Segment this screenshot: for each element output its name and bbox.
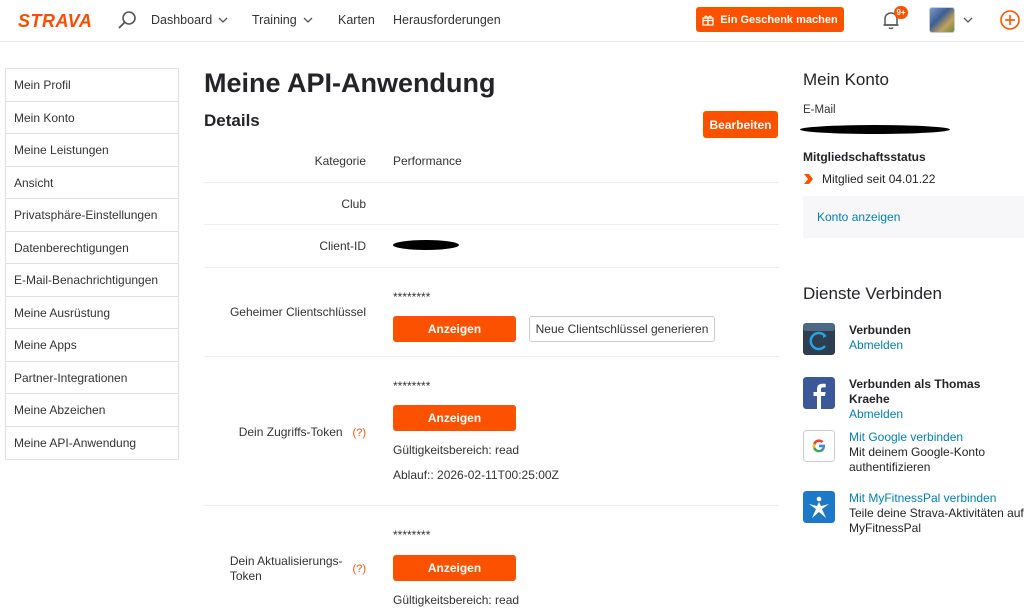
access-token-masked: ******** bbox=[393, 379, 431, 393]
disconnect-link[interactable]: Abmelden bbox=[849, 407, 1024, 422]
nav-karten[interactable]: Karten bbox=[338, 13, 375, 27]
sidebar-item-apps[interactable]: Meine Apps bbox=[6, 329, 178, 362]
account-heading: Mein Konto bbox=[803, 70, 889, 89]
search-icon[interactable] bbox=[117, 9, 139, 31]
chevron-down-icon[interactable] bbox=[963, 15, 973, 25]
client-id-row: Client-ID bbox=[204, 225, 779, 268]
nav-dashboard[interactable]: Dashboard bbox=[151, 13, 228, 27]
service-google: Mit Google verbinden Mit deinem Google-K… bbox=[803, 430, 1024, 475]
chevron-right-icon bbox=[804, 174, 813, 184]
details-heading: Details bbox=[204, 111, 260, 130]
redacted-email bbox=[800, 125, 950, 134]
sidebar-item-privatsphaere[interactable]: Privatsphäre-Einstellungen bbox=[6, 199, 178, 232]
garmin-connect-icon bbox=[803, 323, 835, 355]
access-token-scope: Gültigkeitsbereich: read bbox=[393, 443, 520, 457]
nav-herausforderungen[interactable]: Herausforderungen bbox=[393, 13, 501, 27]
view-account-link[interactable]: Konto anzeigen bbox=[817, 210, 900, 224]
sidebar-item-abzeichen[interactable]: Meine Abzeichen bbox=[6, 394, 178, 427]
chevron-down-icon bbox=[303, 17, 313, 23]
sidebar-item-profil[interactable]: Mein Profil bbox=[6, 69, 178, 102]
avatar[interactable] bbox=[929, 7, 955, 33]
show-access-token-button[interactable]: Anzeigen bbox=[393, 405, 516, 431]
email-label: E-Mail bbox=[803, 104, 836, 116]
top-navigation: STRAVA Dashboard Training Karten Herausf… bbox=[0, 0, 1024, 42]
client-secret-masked: ******** bbox=[393, 290, 431, 304]
page-title: Meine API-Anwendung bbox=[204, 68, 496, 98]
refresh-token-masked: ******** bbox=[393, 528, 431, 542]
regenerate-secret-button[interactable]: Neue Clientschlüssel generieren bbox=[529, 316, 715, 342]
service-myfitnesspal: Mit MyFitnessPal verbinden Teile deine S… bbox=[803, 491, 1024, 536]
disconnect-link[interactable]: Abmelden bbox=[849, 338, 1024, 353]
sidebar-item-datenberechtigungen[interactable]: Datenberechtigungen bbox=[6, 232, 178, 264]
show-secret-button[interactable]: Anzeigen bbox=[393, 316, 516, 342]
gift-icon bbox=[702, 15, 714, 26]
category-row: Kategorie Performance bbox=[204, 141, 779, 183]
facebook-icon bbox=[803, 377, 835, 409]
google-icon[interactable] bbox=[803, 430, 835, 462]
club-label: Club bbox=[341, 197, 366, 211]
access-token-label: Dein Zugriffs-Token (?) bbox=[238, 425, 366, 439]
connect-myfitnesspal-link[interactable]: Mit MyFitnessPal verbinden bbox=[849, 491, 1024, 506]
category-value: Performance bbox=[393, 154, 462, 168]
refresh-token-row: Dein Aktualisierungs- Token (?) ********… bbox=[204, 506, 779, 615]
sidebar-item-ausruestung[interactable]: Meine Ausrüstung bbox=[6, 297, 178, 329]
view-account-box: Konto anzeigen bbox=[803, 196, 1024, 238]
client-id-label: Client-ID bbox=[319, 239, 366, 253]
sidebar-item-ansicht[interactable]: Ansicht bbox=[6, 167, 178, 199]
chevron-down-icon bbox=[218, 17, 228, 23]
sidebar-item-konto[interactable]: Mein Konto bbox=[6, 102, 178, 134]
sidebar-item-partner[interactable]: Partner-Integrationen bbox=[6, 362, 178, 394]
sidebar-item-leistungen[interactable]: Meine Leistungen bbox=[6, 134, 178, 167]
membership-status-label: Mitgliedschaftsstatus bbox=[803, 150, 926, 164]
category-label: Kategorie bbox=[314, 154, 366, 168]
connect-google-link[interactable]: Mit Google verbinden bbox=[849, 430, 1024, 445]
sidebar-item-email[interactable]: E-Mail-Benachrichtigungen bbox=[6, 264, 178, 297]
strava-logo[interactable]: STRAVA bbox=[18, 11, 92, 32]
redacted-client-id bbox=[393, 240, 459, 250]
access-token-row: Dein Zugriffs-Token (?) ******** Anzeigen… bbox=[204, 357, 779, 506]
gift-button[interactable]: Ein Geschenk machen bbox=[696, 7, 844, 32]
service-garmin: Verbunden Abmelden bbox=[803, 323, 1024, 359]
club-row: Club bbox=[204, 183, 779, 225]
nav-training[interactable]: Training bbox=[252, 13, 313, 27]
refresh-token-scope: Gültigkeitsbereich: read bbox=[393, 593, 520, 607]
settings-sidebar: Mein Profil Mein Konto Meine Leistungen … bbox=[5, 68, 179, 460]
service-facebook: Verbunden als Thomas Kraehe Abmelden bbox=[803, 377, 1024, 421]
add-plus-icon[interactable] bbox=[999, 9, 1021, 31]
client-secret-row: Geheimer Clientschlüssel ******** Anzeig… bbox=[204, 268, 779, 357]
member-since: Mitglied seit 04.01.22 bbox=[803, 172, 935, 186]
client-secret-label: Geheimer Clientschlüssel bbox=[229, 305, 366, 319]
help-icon[interactable]: (?) bbox=[353, 427, 366, 439]
edit-button[interactable]: Bearbeiten bbox=[703, 111, 778, 138]
myfitnesspal-icon[interactable] bbox=[803, 491, 835, 523]
refresh-token-label: Dein Aktualisierungs- Token (?) bbox=[229, 554, 366, 583]
help-icon[interactable]: (?) bbox=[353, 563, 366, 575]
sidebar-item-api[interactable]: Meine API-Anwendung bbox=[6, 427, 178, 460]
show-refresh-token-button[interactable]: Anzeigen bbox=[393, 555, 516, 581]
services-heading: Dienste Verbinden bbox=[803, 284, 942, 303]
notification-badge: 9+ bbox=[894, 6, 908, 19]
access-token-expiry: Ablauf:: 2026-02-11T00:25:00Z bbox=[393, 468, 559, 482]
